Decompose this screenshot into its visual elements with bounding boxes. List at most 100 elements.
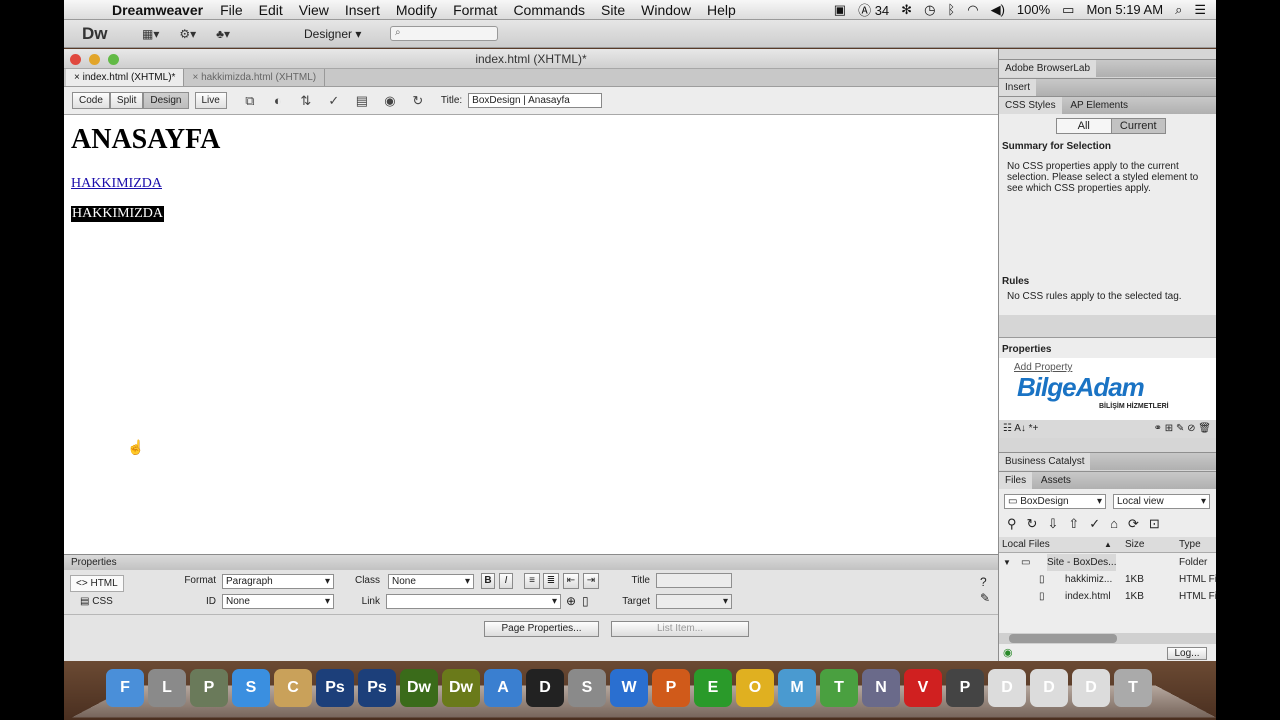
all-button[interactable]: All (1057, 119, 1112, 133)
set-props-icon[interactable]: *+ (1029, 423, 1039, 434)
dock-downloads-icon[interactable]: D (1072, 669, 1110, 707)
ap-elements-tab[interactable]: AP Elements (1064, 97, 1134, 114)
insert-panel-header[interactable]: Insert (999, 78, 1216, 96)
wifi-icon[interactable]: ◠ (967, 2, 978, 18)
col-type[interactable]: Type (1179, 537, 1201, 552)
dock-dashboard-icon[interactable]: D (526, 669, 564, 707)
selected-text[interactable]: HAKKIMIZDA (71, 206, 164, 222)
dock-trash-icon[interactable]: T (1114, 669, 1152, 707)
get-icon[interactable]: ⇩ (1047, 516, 1068, 531)
link-hakkimizda[interactable]: HAKKIMIZDA (71, 176, 162, 192)
browserlab-tab[interactable]: Adobe BrowserLab (999, 60, 1097, 77)
dock-safari-icon[interactable]: S (232, 669, 270, 707)
disable-icon[interactable]: ⊘ (1187, 423, 1195, 434)
site-icon[interactable]: ♣▾ (216, 27, 230, 41)
col-local-files[interactable]: Local Files (1002, 537, 1050, 552)
menu-format[interactable]: Format (445, 2, 505, 18)
file-row[interactable]: ▯ index.html 1KB HTML Fi (999, 588, 1216, 605)
connect-icon[interactable]: ⚲ (1007, 516, 1027, 531)
file-management-icon[interactable]: ⇅ (297, 93, 315, 109)
menu-insert[interactable]: Insert (337, 2, 388, 18)
business-catalyst-tab[interactable]: Business Catalyst (999, 453, 1091, 470)
browser-compat-icon[interactable]: ▤ (353, 93, 371, 109)
dock-launchpad-icon[interactable]: L (148, 669, 186, 707)
layout-icon[interactable]: ▦▾ (142, 27, 159, 41)
put-icon[interactable]: ⇧ (1068, 516, 1089, 531)
browserlab-panel-header[interactable]: Adobe BrowserLab (999, 59, 1216, 77)
sync-icon[interactable]: ⟳ (1128, 516, 1149, 531)
expand-icon[interactable]: ⊡ (1149, 516, 1170, 531)
log-button[interactable]: Log... (1167, 647, 1207, 660)
new-rule-icon[interactable]: ⊞ (1165, 423, 1173, 434)
dock-network-icon[interactable]: N (862, 669, 900, 707)
file-row[interactable]: ▯ hakkimiz... 1KB HTML Fi (999, 571, 1216, 588)
dock-outlook-icon[interactable]: O (736, 669, 774, 707)
link-input[interactable]: ▾ (386, 594, 561, 609)
menu-modify[interactable]: Modify (388, 2, 445, 18)
dock-finder-icon[interactable]: F (106, 669, 144, 707)
indent-icon[interactable]: ⇥ (583, 573, 599, 589)
w3c-validation-icon[interactable]: ✓ (325, 93, 343, 109)
assets-tab[interactable]: Assets (1035, 472, 1077, 489)
checkin-icon[interactable]: ⌂ (1110, 516, 1128, 531)
list-item-button[interactable]: List Item... (611, 621, 749, 637)
close-icon[interactable] (70, 54, 81, 65)
page-properties-button[interactable]: Page Properties... (484, 621, 599, 637)
live-view-button[interactable]: Live (194, 92, 227, 109)
spotlight-icon[interactable]: ⌕ (1175, 2, 1182, 18)
category-view-icon[interactable]: ☷ (1003, 423, 1012, 434)
design-view-button[interactable]: Design (143, 92, 189, 109)
browse-folder-icon[interactable]: ▯ (582, 594, 589, 608)
battery-text[interactable]: 100% (1017, 2, 1050, 17)
clock[interactable]: Mon 5:19 AM (1086, 2, 1163, 17)
dock-system-preferences-icon[interactable]: S (568, 669, 606, 707)
title-input[interactable]: BoxDesign | Anasayfa (468, 93, 603, 108)
view-select[interactable]: Local view ▾ (1113, 494, 1210, 509)
business-catalyst-header[interactable]: Business Catalyst (999, 452, 1216, 470)
dock-documents-icon[interactable]: D (988, 669, 1026, 707)
menu-window[interactable]: Window (633, 2, 699, 18)
class-select[interactable]: None ▾ (388, 574, 474, 589)
menu-edit[interactable]: Edit (251, 2, 291, 18)
ordered-list-icon[interactable]: ≣ (543, 573, 559, 589)
tab-hakkimizda[interactable]: × hakkimizda.html (XHTML) (184, 69, 326, 86)
dock-preview-icon[interactable]: P (190, 669, 228, 707)
help-icon[interactable]: ? (980, 575, 987, 589)
heading-anasayfa[interactable]: ANASAYFA (71, 124, 998, 156)
dock-contacts-icon[interactable]: C (274, 669, 312, 707)
css-styles-tab[interactable]: CSS Styles (999, 97, 1062, 114)
menu-site[interactable]: Site (593, 2, 633, 18)
insert-tab[interactable]: Insert (999, 79, 1037, 96)
point-to-file-icon[interactable]: ⊕ (566, 594, 576, 608)
refresh-files-icon[interactable]: ↻ (1027, 516, 1048, 531)
extend-icon[interactable]: ⚙▾ (179, 27, 196, 41)
split-view-button[interactable]: Split (109, 92, 144, 109)
bluetooth2-icon[interactable]: ᛒ (947, 2, 955, 17)
files-tab[interactable]: Files (999, 472, 1033, 489)
dock-word-icon[interactable]: W (610, 669, 648, 707)
menu-file[interactable]: File (212, 2, 251, 18)
title-field[interactable] (656, 573, 732, 588)
checkout-icon[interactable]: ✓ (1089, 516, 1110, 531)
dock-dw-icon[interactable]: Dw (400, 669, 438, 707)
dock-dw-icon[interactable]: Dw (442, 669, 480, 707)
trash-icon[interactable]: 🗑 (1198, 423, 1211, 434)
refresh-icon[interactable]: ↻ (409, 93, 427, 109)
list-icon[interactable]: ☰ (1194, 2, 1206, 18)
volume-icon[interactable]: ◀) (991, 2, 1005, 18)
edit-icon[interactable]: ✎ (1176, 423, 1184, 434)
dock-app-store-icon[interactable]: A (484, 669, 522, 707)
disclosure-icon[interactable]: ▼ (1003, 554, 1011, 571)
target-select[interactable]: ▾ (656, 594, 732, 609)
horizontal-scrollbar[interactable] (999, 633, 1216, 644)
app-menu[interactable]: Dreamweaver (112, 2, 212, 18)
dock-ps-icon[interactable]: Ps (316, 669, 354, 707)
bold-button[interactable]: B (481, 573, 495, 589)
italic-button[interactable]: I (499, 573, 513, 589)
search-input[interactable]: ⌕ (390, 26, 498, 41)
dock-ps-icon[interactable]: Ps (358, 669, 396, 707)
css-mode-button[interactable]: ▤ CSS (80, 596, 113, 607)
quick-tag-editor-icon[interactable]: ✎ (980, 591, 990, 605)
outdent-icon[interactable]: ⇤ (563, 573, 579, 589)
video-icon[interactable]: ▣ (834, 2, 846, 18)
